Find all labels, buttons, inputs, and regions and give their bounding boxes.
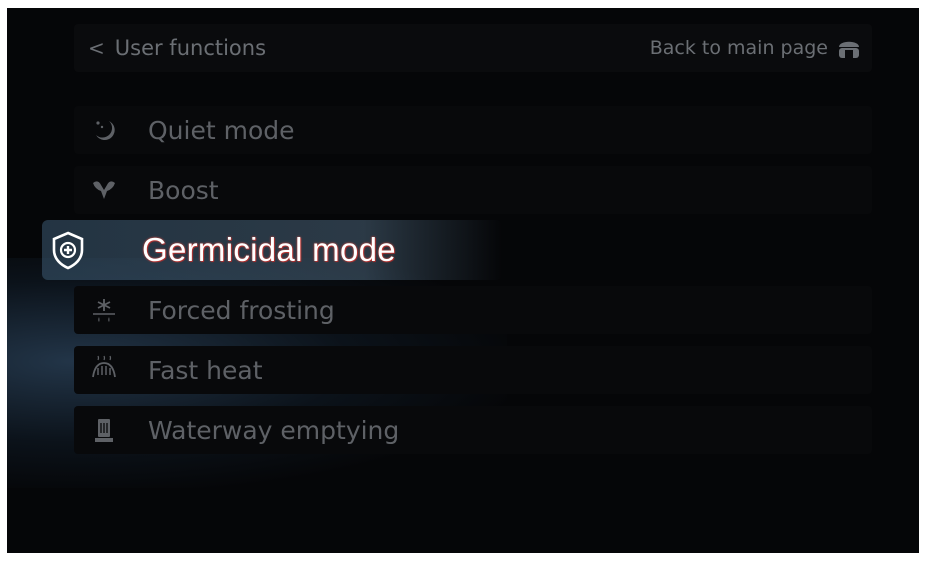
chevron-left-icon: < <box>88 36 105 60</box>
home-icon <box>839 41 859 58</box>
list-item-label: Waterway emptying <box>148 415 400 445</box>
header-bar: < User functions Back to main page <box>74 24 872 72</box>
heater-waves-icon <box>74 355 134 385</box>
list-item-waterway-emptying[interactable]: Waterway emptying <box>74 406 872 454</box>
shield-plus-icon <box>48 230 88 270</box>
list-item-boost[interactable]: Boost <box>74 166 872 214</box>
list-item-label: Germicidal mode <box>142 231 396 268</box>
list-item-quiet-mode[interactable]: Quiet mode <box>74 106 872 154</box>
back-button[interactable]: < User functions <box>88 24 266 72</box>
main-page-button[interactable]: Back to main page <box>650 24 862 72</box>
list-item-germicidal-mode[interactable]: Germicidal mode <box>42 220 872 280</box>
function-list: Quiet mode Boost Germicidal mode Forced … <box>42 106 872 466</box>
snowflake-drop-icon <box>74 295 134 325</box>
list-item-label: Forced frosting <box>148 295 335 325</box>
list-item-label: Boost <box>148 175 219 205</box>
moon-stars-icon <box>74 115 134 145</box>
main-page-label: Back to main page <box>649 37 828 59</box>
back-label: User functions <box>114 36 267 60</box>
list-item-forced-frosting[interactable]: Forced frosting <box>74 286 872 334</box>
water-tank-icon <box>74 415 134 445</box>
list-item-fast-heat[interactable]: Fast heat <box>74 346 872 394</box>
boost-icon <box>74 175 134 205</box>
list-item-label: Quiet mode <box>148 115 295 145</box>
screen: < User functions Back to main page Quiet… <box>7 8 919 553</box>
list-item-label: Fast heat <box>148 355 263 385</box>
